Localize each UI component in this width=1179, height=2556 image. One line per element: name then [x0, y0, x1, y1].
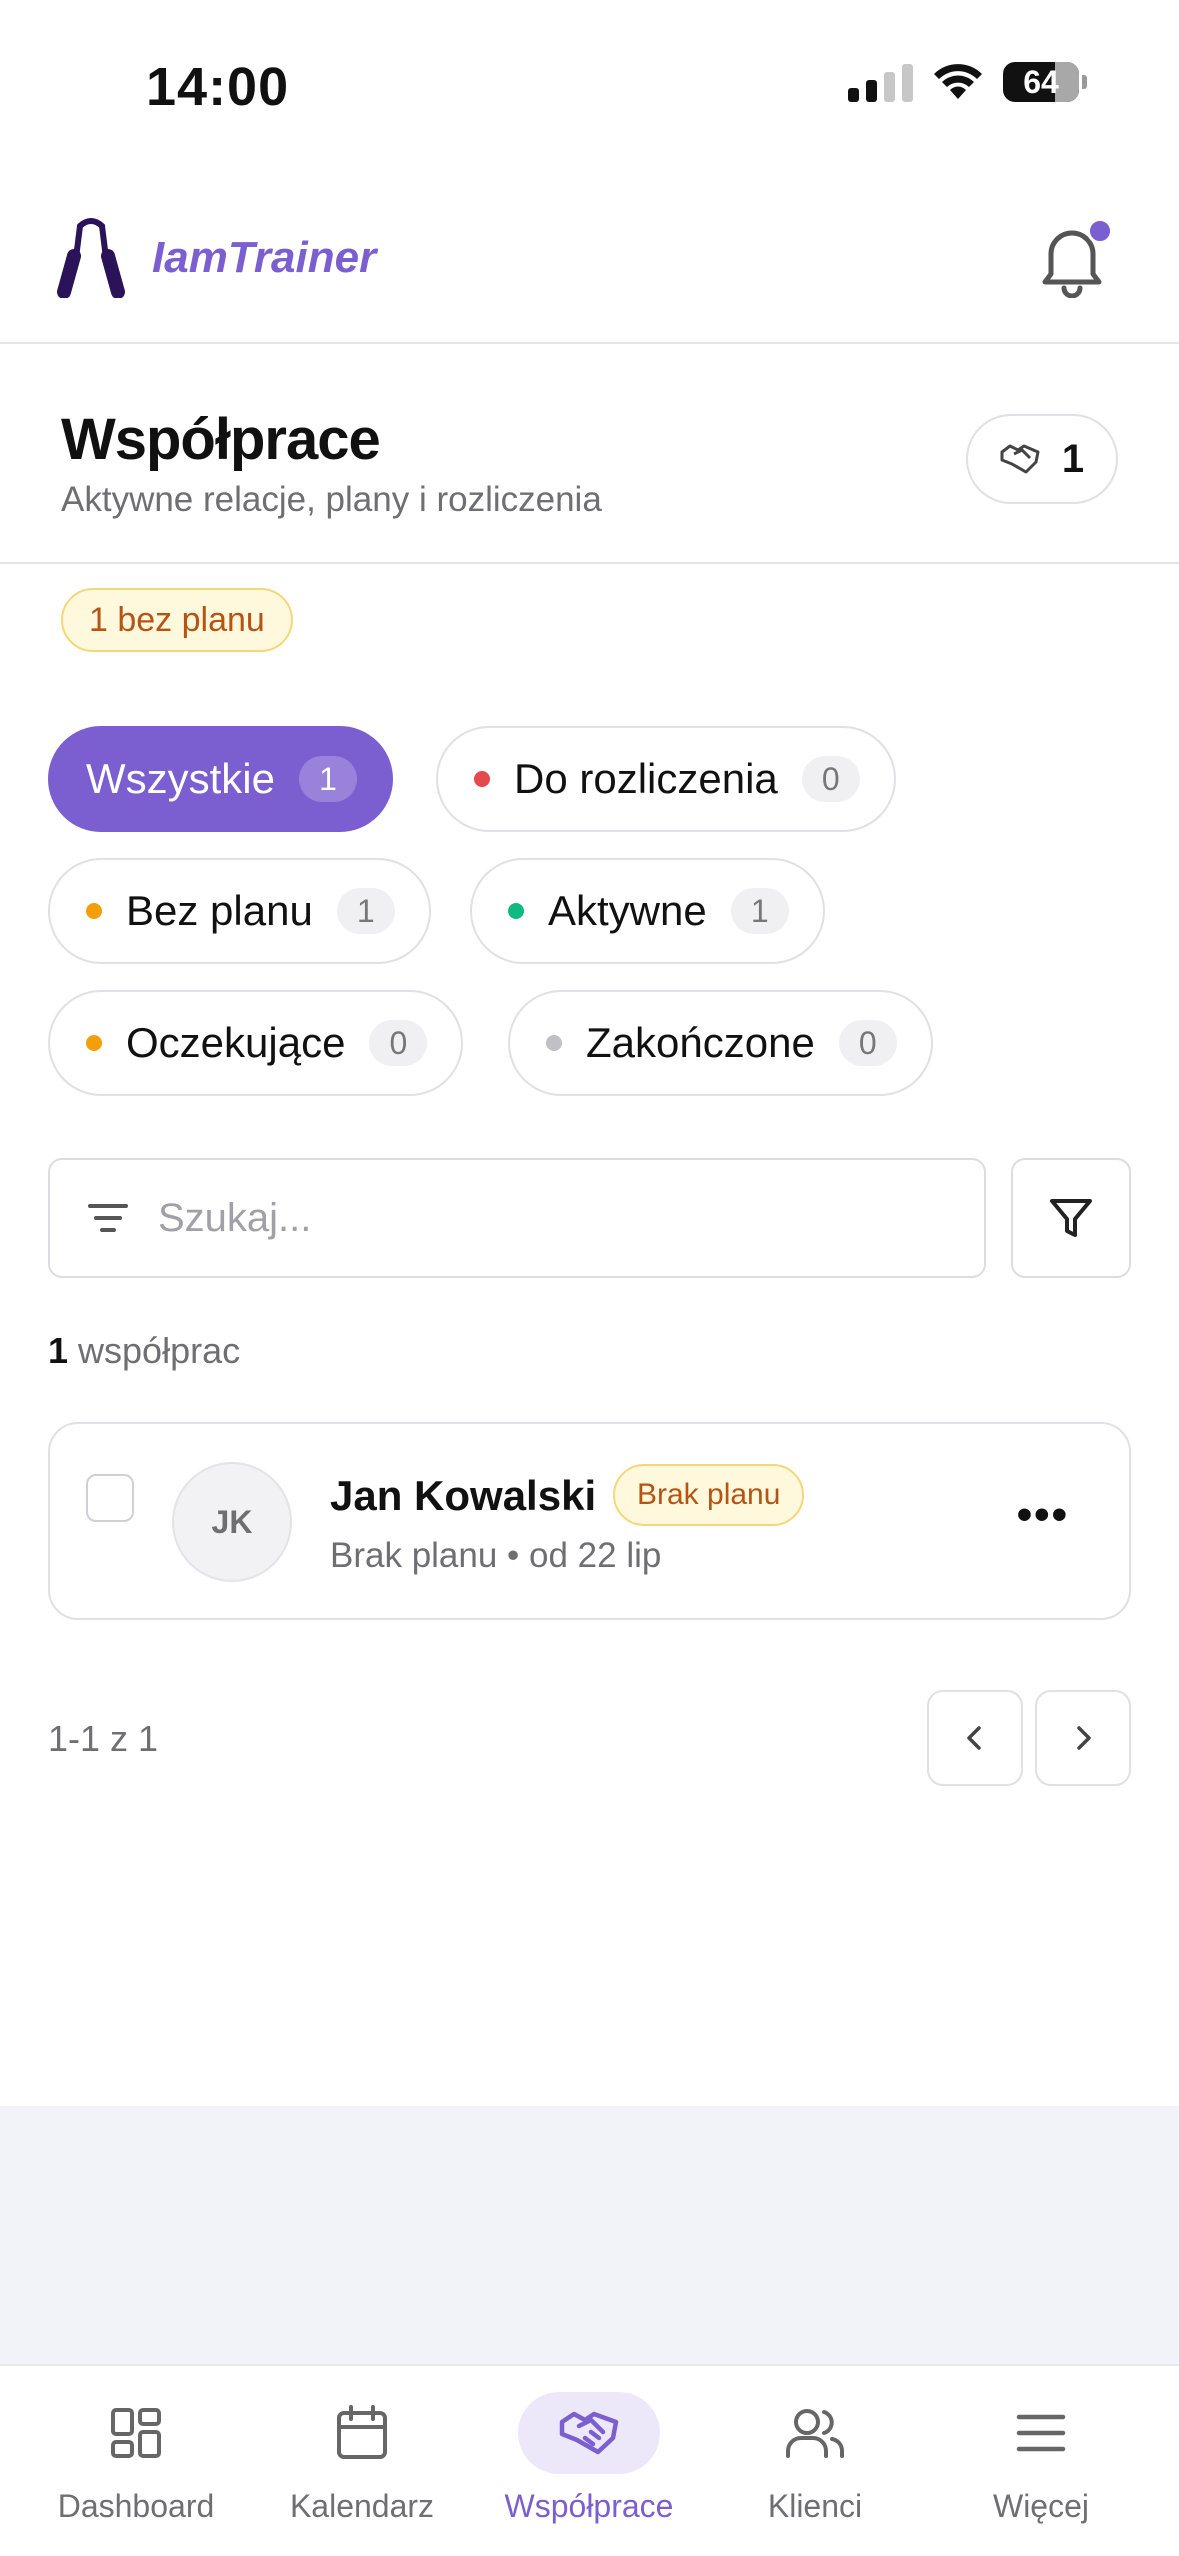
collaborations-count-pill[interactable]: 1 [966, 414, 1118, 504]
select-checkbox[interactable] [86, 1474, 134, 1522]
filter-chip-label: Oczekujące [126, 1019, 346, 1066]
nav-item-dashboard[interactable]: Dashboard [26, 2366, 246, 2556]
filter-chip-label: Bez planu [126, 887, 313, 934]
funnel-icon [1050, 1199, 1092, 1237]
background-area [0, 2106, 1179, 2366]
status-dot [546, 1035, 562, 1051]
without-plan-badge: 1 bez planu [61, 588, 293, 652]
filter-chip-count: 1 [336, 888, 395, 934]
nav-label: Klienci [767, 2488, 863, 2524]
filter-chip-without-plan[interactable]: Bez planu 1 [48, 858, 431, 964]
search-input[interactable] [158, 1195, 938, 1241]
wifi-icon [934, 64, 982, 99]
filter-chip-count: 0 [838, 1020, 897, 1066]
collaborations-count: 1 [1061, 436, 1085, 481]
nav-item-calendar[interactable]: Kalendarz [252, 2366, 472, 2556]
app-logo[interactable]: IamTrainer [56, 218, 376, 298]
status-dot [474, 771, 490, 787]
filter-chip-count: 0 [801, 756, 860, 802]
client-name: Jan Kowalski [330, 1472, 597, 1519]
bottom-nav: Dashboard Kalendarz Współprace Klienci W… [0, 2364, 1179, 2556]
status-time: 14:00 [146, 57, 290, 117]
notification-dot [1087, 218, 1113, 244]
filter-chip-count: 1 [730, 888, 789, 934]
dashboard-grid-icon [111, 2408, 161, 2458]
filter-chip-label: Aktywne [548, 887, 707, 934]
sort-lines-icon [88, 1204, 128, 1232]
nav-item-collaborations[interactable]: Współprace [479, 2366, 699, 2556]
page-header: Współprace Aktywne relacje, plany i rozl… [0, 346, 1179, 564]
search-field[interactable] [48, 1158, 986, 1278]
nav-icon-container [65, 2392, 207, 2474]
filter-chip-label: Wszystkie [86, 755, 275, 802]
next-page-button[interactable] [1035, 1690, 1131, 1786]
nav-label: Współprace [504, 2488, 674, 2524]
status-bar: 14:00 64 [0, 0, 1179, 170]
filter-button[interactable] [1011, 1158, 1131, 1278]
status-badge: Brak planu [613, 1464, 805, 1526]
status-dot [508, 903, 524, 919]
filter-chip-count: 0 [369, 1020, 428, 1066]
status-icons: 64 [848, 62, 1087, 102]
prev-page-button[interactable] [927, 1690, 1023, 1786]
nav-icon-container [744, 2392, 886, 2474]
brand-name: IamTrainer [152, 233, 377, 282]
calendar-icon [337, 2405, 387, 2459]
nav-item-more[interactable]: Więcej [931, 2366, 1151, 2556]
result-count: 1 współprac [48, 1330, 240, 1372]
avatar: JK [172, 1462, 292, 1582]
filter-chip-to-settle[interactable]: Do rozliczenia 0 [436, 726, 896, 832]
page-title: Współprace [61, 407, 381, 472]
screen: 14:00 64 IamTrainer Współprace Aktywne r… [0, 0, 1179, 2556]
filter-chip-active[interactable]: Aktywne 1 [470, 858, 825, 964]
nav-icon-container [518, 2392, 660, 2474]
collaboration-card[interactable]: JK Jan Kowalski Brak planu Brak planu • … [48, 1422, 1131, 1620]
users-icon [786, 2409, 845, 2458]
filter-chip-label: Zakończone [586, 1019, 815, 1066]
hand-grip-logo-icon [57, 218, 125, 298]
handshake-icon [1000, 444, 1040, 474]
more-options-icon[interactable]: ••• [1017, 1493, 1069, 1537]
status-dot [86, 1035, 102, 1051]
filter-chip-label: Do rozliczenia [514, 755, 778, 802]
pagination-info: 1-1 z 1 [48, 1718, 159, 1759]
nav-icon-container [970, 2392, 1112, 2474]
handshake-icon [559, 2411, 619, 2455]
battery-level: 64 [1023, 63, 1059, 100]
result-count-number: 1 [48, 1330, 69, 1371]
nav-item-clients[interactable]: Klienci [705, 2366, 925, 2556]
menu-icon [1016, 2414, 1066, 2452]
nav-label: Więcej [992, 2488, 1089, 2524]
page-subtitle: Aktywne relacje, plany i rozliczenia [61, 480, 602, 519]
card-meta: Brak planu • od 22 lip [330, 1536, 662, 1575]
filter-chip-finished[interactable]: Zakończone 0 [508, 990, 933, 1096]
chevron-right-icon [1077, 1726, 1091, 1750]
status-dot [86, 903, 102, 919]
nav-icon-container [291, 2392, 433, 2474]
nav-label: Dashboard [57, 2488, 215, 2524]
filter-chip-pending[interactable]: Oczekujące 0 [48, 990, 464, 1096]
app-header: IamTrainer [0, 170, 1179, 344]
nav-label: Kalendarz [289, 2488, 435, 2524]
notifications-button[interactable] [1033, 218, 1113, 298]
result-count-label: współprac [68, 1330, 241, 1371]
filter-chip-count: 1 [299, 756, 357, 802]
cellular-signal-icon [848, 62, 913, 102]
filter-chip-all[interactable]: Wszystkie 1 [48, 726, 393, 832]
battery-icon: 64 [1003, 62, 1087, 102]
chevron-left-icon [967, 1726, 981, 1750]
